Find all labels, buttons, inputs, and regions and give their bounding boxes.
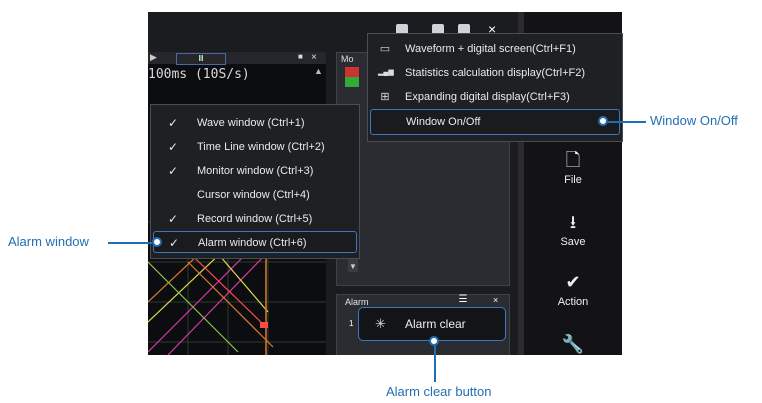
menu-item-wave-window[interactable]: ✓ Wave window (Ctrl+1) — [151, 112, 359, 134]
callout-alarm-window: Alarm window — [8, 234, 89, 249]
close-icon[interactable]: × — [493, 295, 498, 305]
waveform-screen-icon: ▭ — [379, 43, 391, 55]
alarm-title: Alarm — [345, 297, 369, 307]
callout-dot — [429, 336, 439, 346]
callout-line — [608, 121, 646, 123]
alarm-row-number: 1 — [349, 319, 354, 328]
wave-window-header: ▶ Ⅲ ■ × — [148, 52, 326, 65]
action-label: Action — [557, 296, 589, 308]
menu-item-monitor-window[interactable]: ✓ Monitor window (Ctrl+3) — [151, 160, 359, 182]
callout-alarm-clear: Alarm clear button — [386, 384, 492, 399]
menu-item-alarm-window[interactable]: ✓ Alarm window (Ctrl+6) — [153, 231, 357, 253]
file-label: File — [564, 174, 582, 186]
menu-item-cursor-window[interactable]: Cursor window (Ctrl+4) — [151, 184, 359, 206]
save-button[interactable]: ⭳ Save — [524, 212, 622, 248]
monitor-title: Mo — [341, 54, 354, 64]
menu-item-record-window[interactable]: ✓ Record window (Ctrl+5) — [151, 208, 359, 230]
scroll-down-icon[interactable]: ▼ — [348, 262, 358, 272]
wrench-icon: 🔧 — [561, 334, 585, 354]
time-base-display: 100ms (10S/s) — [148, 67, 250, 82]
callout-dot — [152, 237, 162, 247]
save-icon: ⭳ — [569, 212, 577, 232]
channel-add-button[interactable] — [345, 77, 359, 87]
menu-item-label: Cursor window (Ctrl+4) — [197, 189, 310, 201]
bar-chart-icon: ▂▄▆ — [378, 69, 394, 76]
menu-item-statistics[interactable]: ▂▄▆ Statistics calculation display(Ctrl+… — [368, 62, 622, 84]
minimize-icon[interactable]: ■ — [298, 52, 303, 61]
menu-item-timeline-window[interactable]: ✓ Time Line window (Ctrl+2) — [151, 136, 359, 158]
play-icon[interactable]: ▶ — [150, 52, 157, 63]
close-icon[interactable]: × — [311, 52, 317, 63]
menu-icon[interactable]: ☰ — [453, 295, 473, 305]
checkmark-icon: ✓ — [168, 116, 179, 130]
action-button[interactable]: ✔ Action — [524, 272, 622, 308]
wrench-button[interactable]: 🔧 — [524, 334, 622, 354]
view-window-menu: ✓ Wave window (Ctrl+1) ✓ Time Line windo… — [150, 104, 360, 259]
menu-item-label: Time Line window (Ctrl+2) — [197, 141, 325, 153]
wave-tab[interactable]: Ⅲ — [176, 53, 226, 65]
file-button[interactable]: 🗋 File — [524, 150, 622, 186]
checkmark-icon: ✓ — [169, 236, 180, 250]
menu-item-label: Wave window (Ctrl+1) — [197, 117, 305, 129]
checkmark-icon: ✓ — [168, 140, 179, 154]
save-label: Save — [560, 236, 586, 248]
display-mode-menu: ▭ Waveform + digital screen(Ctrl+F1) ▂▄▆… — [367, 33, 623, 142]
callout-window-onoff: Window On/Off — [650, 113, 738, 128]
file-icon: 🗋 — [565, 150, 581, 170]
menu-item-label: Waveform + digital screen(Ctrl+F1) — [405, 43, 576, 55]
callout-dot — [598, 116, 608, 126]
callout-line — [434, 346, 436, 382]
menu-item-label: Window On/Off — [406, 116, 481, 128]
menu-item-label: Expanding digital display(Ctrl+F3) — [405, 91, 570, 103]
menu-item-label: Monitor window (Ctrl+3) — [197, 165, 314, 177]
alarm-clear-label: Alarm clear — [405, 317, 466, 331]
menu-item-label: Alarm window (Ctrl+6) — [198, 237, 307, 249]
grid-icon: ⊞ — [380, 91, 390, 103]
menu-item-label: Record window (Ctrl+5) — [197, 213, 313, 225]
alarm-bell-icon: ✳ — [375, 316, 386, 331]
menu-item-window-onoff[interactable]: Window On/Off — [370, 109, 620, 135]
wave-tab-label: Ⅲ — [198, 54, 204, 63]
menu-item-waveform-digital[interactable]: ▭ Waveform + digital screen(Ctrl+F1) — [368, 38, 622, 60]
checkmark-icon: ✓ — [168, 164, 179, 178]
menu-item-expanding-digital[interactable]: ⊞ Expanding digital display(Ctrl+F3) — [368, 86, 622, 108]
checkmark-icon: ✓ — [168, 212, 179, 226]
checkmark-icon: ✔ — [565, 272, 581, 292]
menu-item-label: Statistics calculation display(Ctrl+F2) — [405, 67, 586, 79]
callout-line — [108, 242, 152, 244]
scroll-up-icon[interactable]: ▲ — [314, 66, 324, 78]
